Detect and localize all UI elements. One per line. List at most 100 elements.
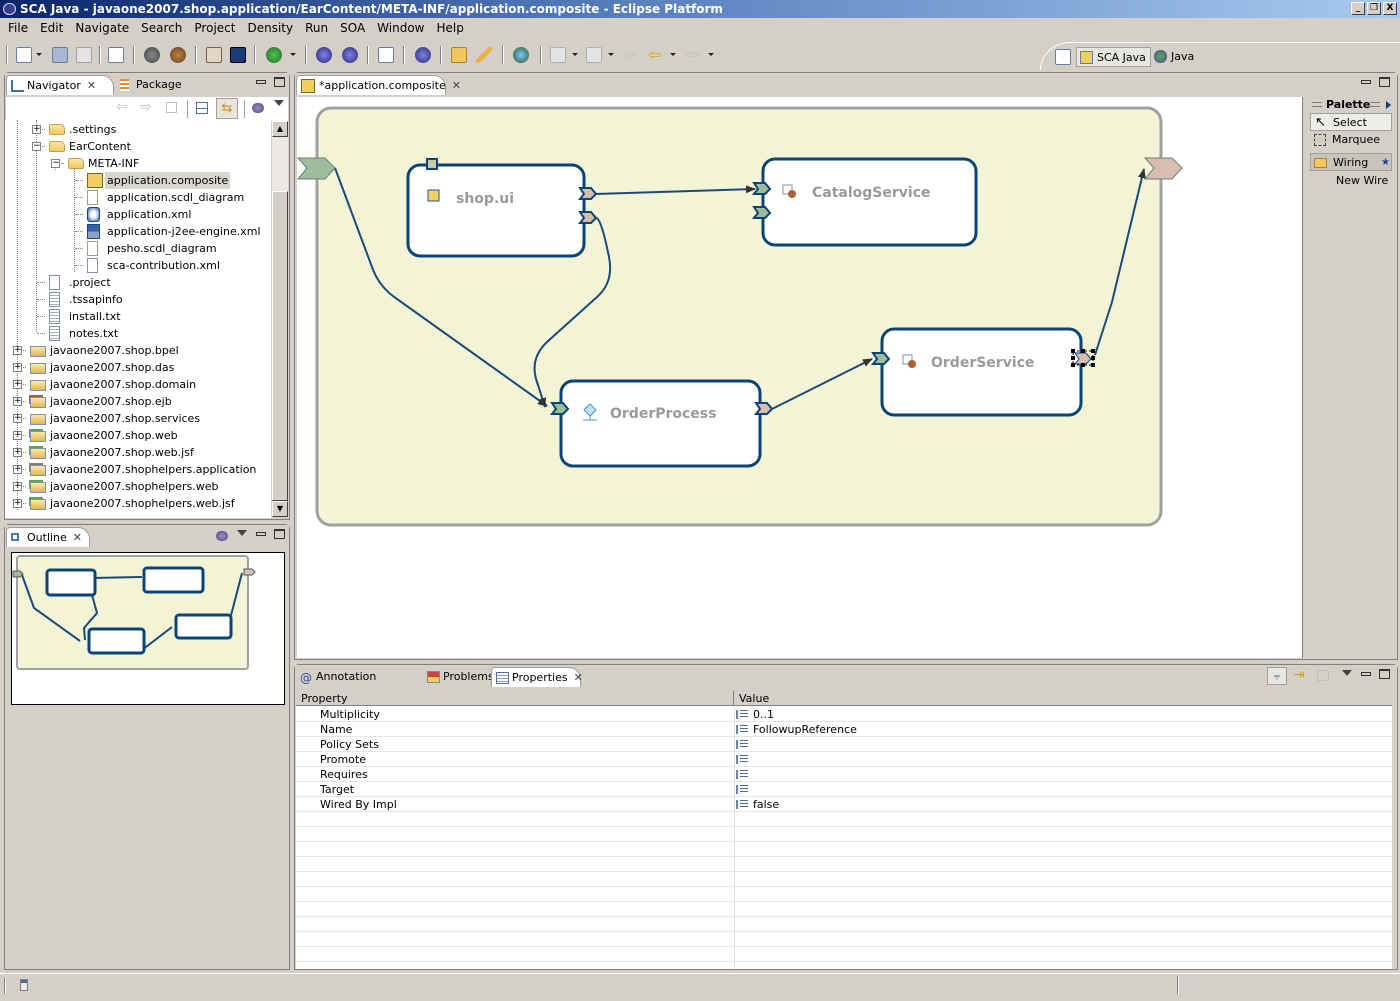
tree-item[interactable]: .tssapinfo (5, 291, 270, 308)
maximize-view-icon[interactable] (274, 77, 285, 87)
tree-item[interactable]: + javaone2007.shop.domain (5, 376, 270, 393)
prev-annotation-dropdown-icon[interactable] (608, 53, 614, 56)
expand-icon[interactable]: + (13, 380, 22, 389)
tab-outline[interactable]: Outline ✕ (6, 527, 90, 547)
open-folder-icon[interactable] (451, 47, 467, 63)
restore-button[interactable]: ❐ (1367, 2, 1381, 15)
tree-item[interactable]: + javaone2007.shop.services (5, 410, 270, 427)
close-tab-icon[interactable]: ✕ (73, 531, 82, 544)
menu-file[interactable]: File (2, 19, 34, 38)
menu-search[interactable]: Search (135, 19, 188, 38)
tree-item[interactable]: notes.txt (5, 325, 270, 342)
component-property-port[interactable] (426, 158, 438, 170)
menu-density[interactable]: Density (241, 19, 299, 38)
collapse-icon[interactable]: − (32, 142, 41, 151)
minimize-view-icon[interactable] (256, 532, 266, 536)
back-dropdown-icon[interactable] (670, 53, 676, 56)
expand-icon[interactable]: + (32, 125, 41, 134)
palette-tool-new-wire[interactable]: New Wire (1310, 172, 1392, 190)
tab-navigator[interactable]: Navigator ✕ (6, 75, 114, 95)
expand-icon[interactable]: + (13, 346, 22, 355)
open-perspective-icon[interactable] (1055, 49, 1071, 65)
run-icon[interactable] (266, 47, 282, 63)
property-row[interactable]: Target (296, 782, 1392, 797)
close-tab-icon[interactable]: ✕ (574, 671, 583, 684)
close-tab-icon[interactable]: ✕ (452, 79, 461, 92)
tree-item[interactable]: application.scdl_diagram (5, 189, 270, 206)
forward-icon[interactable]: ⇨ (140, 99, 152, 115)
sphere-icon-3[interactable] (415, 47, 431, 63)
tab-problems[interactable]: Problems (423, 667, 494, 687)
property-row[interactable]: Multiplicity 0..1 (296, 707, 1392, 722)
palette-tool-select[interactable]: ↖ Select (1310, 113, 1392, 131)
expand-icon[interactable]: + (13, 397, 22, 406)
run-dropdown-icon[interactable] (290, 53, 296, 56)
tree-item[interactable]: sca-contribution.xml (5, 257, 270, 274)
tree-item[interactable]: − META-INF (5, 155, 270, 172)
minimize-view-icon[interactable] (1361, 672, 1371, 676)
column-header-property[interactable]: Property (296, 691, 734, 706)
component-order-process[interactable]: OrderProcess (549, 379, 774, 468)
new-dropdown-icon[interactable] (36, 53, 42, 56)
forward-arrow-icon[interactable]: ⇨ (686, 47, 702, 63)
prev-annotation-icon[interactable] (586, 47, 602, 63)
tree-item[interactable]: .project (5, 274, 270, 291)
tree-item[interactable]: + javaone2007.shop.ejb (5, 393, 270, 410)
close-tab-icon[interactable]: ✕ (87, 79, 96, 92)
menu-navigate[interactable]: Navigate (69, 19, 135, 38)
sphere-icon-2[interactable] (342, 47, 358, 63)
tree-item[interactable]: + .settings (5, 121, 270, 138)
minimize-button[interactable]: _ (1351, 2, 1365, 15)
fast-view-icon[interactable] (20, 979, 28, 991)
tree-item[interactable]: − EarContent (5, 138, 270, 155)
tab-package-explorer[interactable]: Package Explorer (116, 75, 226, 111)
filter-icon[interactable] (252, 103, 264, 113)
tree-item[interactable]: + javaone2007.shop.web.jsf (5, 444, 270, 461)
tab-properties[interactable]: Properties ✕ (491, 667, 583, 687)
scroll-up-button[interactable]: ▲ (272, 121, 288, 137)
print-icon[interactable] (76, 47, 92, 63)
diagram-canvas[interactable]: shop.ui CatalogService OrderProcess Orde… (297, 97, 1302, 658)
expand-icon[interactable]: + (13, 465, 22, 474)
outline-thumbnail[interactable] (11, 552, 285, 705)
document-icon[interactable] (378, 47, 394, 63)
save-icon[interactable] (52, 47, 68, 63)
palette-header[interactable]: Palette (1310, 98, 1392, 112)
tree-item[interactable]: application.xml (5, 206, 270, 223)
menu-soa[interactable]: SOA (334, 19, 371, 38)
property-row[interactable]: Promote (296, 752, 1392, 767)
monitor-icon[interactable] (230, 47, 246, 63)
menu-run[interactable]: Run (299, 19, 334, 38)
expand-icon[interactable]: + (13, 414, 22, 423)
back-icon[interactable]: ⇦ (116, 99, 128, 115)
property-row[interactable]: Wired By Impl false (296, 797, 1392, 812)
restore-default-icon[interactable] (1317, 670, 1329, 681)
minimize-view-icon[interactable] (256, 80, 266, 84)
last-edit-icon[interactable]: ⇦ (624, 47, 640, 63)
view-menu-icon[interactable] (237, 530, 247, 536)
settings-gears-icon[interactable] (170, 47, 186, 63)
component-order-service[interactable]: OrderService (870, 327, 1095, 417)
close-button[interactable]: X (1383, 2, 1397, 15)
property-value[interactable]: false (736, 797, 779, 812)
menu-project[interactable]: Project (188, 19, 241, 38)
component-shop-ui[interactable]: shop.ui (406, 158, 598, 258)
next-annotation-icon[interactable] (550, 47, 566, 63)
property-row[interactable]: Policy Sets (296, 737, 1392, 752)
pencil-icon[interactable] (476, 47, 492, 63)
scroll-down-button[interactable]: ▼ (272, 501, 288, 517)
tree-item[interactable]: application-j2ee-engine.xml (5, 223, 270, 240)
property-value[interactable]: FollowupReference (736, 722, 857, 737)
expand-icon[interactable]: + (13, 499, 22, 508)
sphere-icon-1[interactable] (316, 47, 332, 63)
tree-item[interactable]: application.composite (5, 172, 270, 189)
property-row[interactable]: Name FollowupReference (296, 722, 1392, 737)
forward-dropdown-icon[interactable] (708, 53, 714, 56)
show-categories-icon[interactable]: ⫧ (1267, 667, 1287, 685)
new-wizard-icon[interactable] (16, 47, 32, 63)
link-with-editor-icon[interactable]: ⇆ (216, 98, 238, 119)
view-menu-icon[interactable] (274, 100, 284, 106)
column-header-value[interactable]: Value (734, 691, 1392, 706)
collapse-all-icon[interactable] (196, 102, 208, 114)
maximize-view-icon[interactable] (274, 529, 285, 539)
